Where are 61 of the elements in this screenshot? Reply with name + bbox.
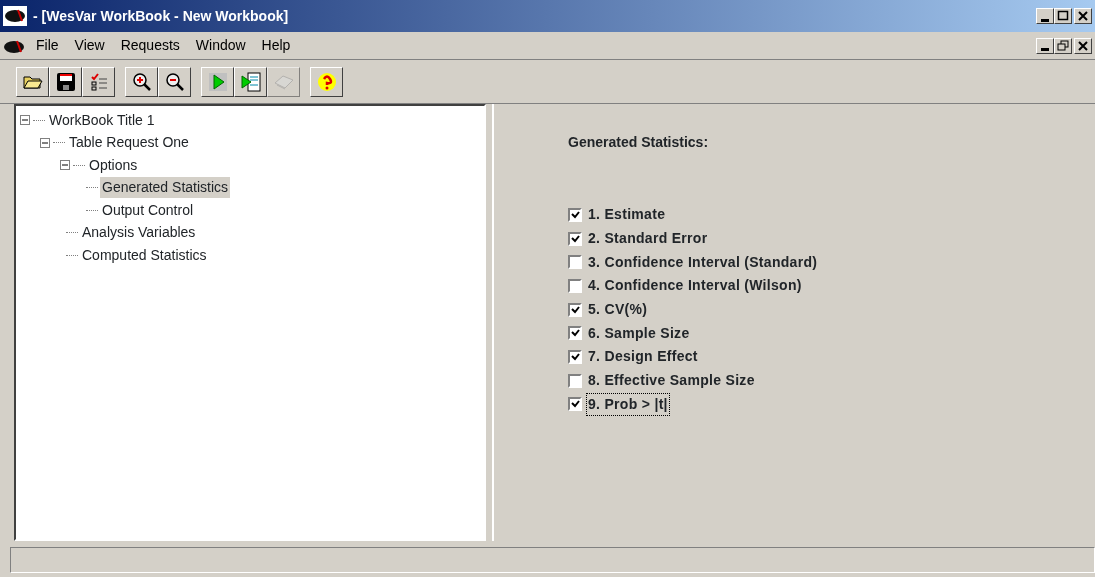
menu-item[interactable]: Window xyxy=(188,35,253,56)
expander-icon[interactable] xyxy=(40,137,50,148)
tree-item[interactable]: Analysis Variables xyxy=(80,222,198,244)
checkbox-label[interactable]: 6. Sample Size xyxy=(586,321,692,345)
minimize-button[interactable] xyxy=(1036,8,1054,24)
tree-item[interactable]: Table Request One xyxy=(67,132,191,154)
toolbar-button[interactable] xyxy=(201,66,234,97)
tree-item[interactable]: WorkBook Title 1 xyxy=(47,109,157,131)
app-logo-icon xyxy=(4,7,26,25)
menu-item[interactable]: Help xyxy=(254,35,298,56)
play-icon xyxy=(206,70,229,93)
close-icon xyxy=(1077,39,1089,52)
zoom-in-icon xyxy=(130,70,153,93)
menu-item[interactable]: View xyxy=(67,35,112,56)
checkbox[interactable] xyxy=(568,373,582,388)
zoom-out-icon xyxy=(163,70,186,93)
checkbox[interactable] xyxy=(568,397,582,412)
toolbar-button[interactable] xyxy=(158,66,191,97)
checkbox[interactable] xyxy=(568,278,582,293)
checkbox-label[interactable]: 1. Estimate xyxy=(586,203,668,227)
restore-icon xyxy=(1057,39,1069,52)
menu-item[interactable]: Requests xyxy=(113,35,187,56)
tree-item[interactable]: Options xyxy=(87,154,140,176)
toolbar-button[interactable] xyxy=(82,66,115,97)
menu-item[interactable]: File xyxy=(29,35,66,56)
maximize-icon xyxy=(1057,10,1069,22)
checkbox-label[interactable]: 7. Design Effect xyxy=(586,345,700,369)
close-button[interactable] xyxy=(1074,37,1092,54)
toolbar-button[interactable] xyxy=(49,66,82,97)
window-title: - [WesVar WorkBook - New Workbook] xyxy=(33,6,289,26)
help-icon xyxy=(315,70,338,93)
close-button[interactable] xyxy=(1074,8,1092,24)
checkbox[interactable] xyxy=(568,302,582,317)
checkbox[interactable] xyxy=(568,207,582,222)
toolbar-button[interactable] xyxy=(125,66,158,97)
checkbox[interactable] xyxy=(568,326,582,341)
expander-icon[interactable] xyxy=(20,115,30,126)
restore-button[interactable] xyxy=(1054,37,1072,54)
minimize-button[interactable] xyxy=(1036,37,1054,54)
checkbox[interactable] xyxy=(568,255,582,270)
expander-icon[interactable] xyxy=(60,160,70,171)
checkbox-label[interactable]: 2. Standard Error xyxy=(586,227,710,251)
checkbox-label[interactable]: 5. CV(%) xyxy=(586,298,650,322)
minimize-icon xyxy=(1041,18,1049,22)
checkbox-label[interactable]: 3. Confidence Interval (Standard) xyxy=(586,250,820,274)
checkbox[interactable] xyxy=(568,231,582,246)
export-document-icon xyxy=(239,70,262,93)
panel-heading: Generated Statistics: xyxy=(568,133,710,152)
toolbar-button[interactable] xyxy=(234,66,267,97)
checkbox[interactable] xyxy=(568,349,582,364)
checkbox-label[interactable]: 9. Prob > |t| xyxy=(586,392,670,416)
tree-item[interactable]: Computed Statistics xyxy=(80,244,209,266)
checkbox-label[interactable]: 4. Confidence Interval (Wilson) xyxy=(586,274,804,298)
toolbar-button[interactable] xyxy=(310,66,343,97)
close-icon xyxy=(1077,10,1089,22)
tree-item[interactable]: Generated Statistics xyxy=(100,177,231,199)
maximize-button[interactable] xyxy=(1054,8,1072,24)
tree-item[interactable]: Output Control xyxy=(100,199,196,221)
checkbox-label[interactable]: 8. Effective Sample Size xyxy=(586,369,757,393)
toolbar-button[interactable] xyxy=(16,66,49,97)
minimize-icon xyxy=(1041,48,1049,51)
